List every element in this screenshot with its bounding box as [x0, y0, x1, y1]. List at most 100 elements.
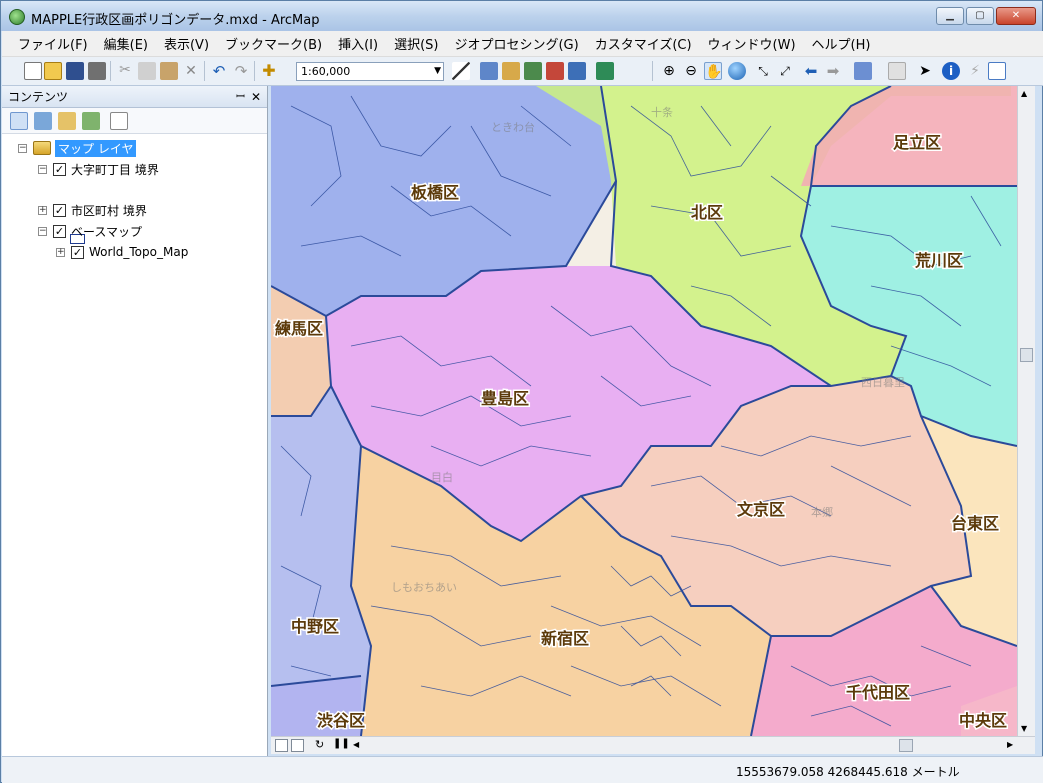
layer-visibility-checkbox[interactable]: ✓: [53, 162, 66, 176]
map-scale-dropdown[interactable]: 1:60,000 ▼: [296, 62, 444, 81]
save-icon[interactable]: [66, 62, 84, 80]
print-icon[interactable]: [88, 62, 106, 80]
pan-hand-icon[interactable]: ✋: [704, 62, 722, 80]
select-features-icon[interactable]: [854, 62, 872, 80]
scroll-up-arrow-icon[interactable]: ▲: [1021, 89, 1027, 98]
menu-insert[interactable]: 挿入(I): [330, 34, 386, 53]
horizontal-scroll-thumb[interactable]: [899, 739, 913, 752]
toc-close-icon[interactable]: ✕: [251, 86, 261, 108]
hyperlink-icon[interactable]: ⚡: [966, 62, 984, 80]
editor-toolbar-icon[interactable]: [452, 62, 470, 80]
ward-label-kita: 北区: [691, 203, 723, 222]
layer-visibility-checkbox[interactable]: ✓: [71, 245, 84, 259]
menu-view[interactable]: 表示(V): [156, 34, 217, 53]
collapse-icon[interactable]: −: [18, 143, 27, 153]
open-folder-icon[interactable]: [44, 62, 62, 80]
layout-view-icon[interactable]: [291, 739, 304, 752]
ward-label-bunkyo: 文京区: [737, 500, 785, 519]
layer-row[interactable]: + ✓ 市区町村 境界: [38, 201, 147, 219]
identify-icon[interactable]: i: [942, 62, 960, 80]
paste-icon[interactable]: [160, 62, 178, 80]
clear-selection-icon[interactable]: [888, 62, 906, 80]
layer-visibility-checkbox[interactable]: ✓: [53, 203, 66, 217]
list-by-visibility-icon[interactable]: [58, 112, 76, 130]
model-builder-icon[interactable]: [596, 62, 614, 80]
back-extent-icon[interactable]: ⬅: [802, 62, 820, 80]
copy-icon[interactable]: [138, 62, 156, 80]
add-data-icon[interactable]: ✚: [260, 62, 278, 80]
status-bar: 15553679.058 4268445.618 メートル: [2, 756, 1043, 783]
expand-icon[interactable]: +: [56, 247, 65, 257]
menu-edit[interactable]: 編集(E): [96, 34, 156, 53]
cut-icon[interactable]: ✂: [116, 62, 134, 80]
menu-windows[interactable]: ウィンドウ(W): [700, 34, 804, 53]
layer-row[interactable]: − ✓ 大字町丁目 境界: [38, 160, 159, 178]
list-by-selection-icon[interactable]: [82, 112, 100, 130]
layer-row[interactable]: + ✓ World_Topo_Map: [56, 243, 188, 261]
menu-geoprocessing[interactable]: ジオプロセシング(G): [446, 34, 586, 53]
map-canvas[interactable]: ときわ台 十条 目白 しもおちあい 本郷 西日暮里 板橋区 北区 足立区 荒川区…: [271, 86, 1017, 736]
data-view-icon[interactable]: [275, 739, 288, 752]
ward-label-chiyoda: 千代田区: [846, 683, 910, 702]
undo-icon[interactable]: ↶: [210, 62, 228, 80]
pause-drawing-icon[interactable]: ❚❚: [333, 738, 350, 749]
layer-name[interactable]: World_Topo_Map: [89, 245, 188, 259]
search-window-icon[interactable]: [524, 62, 542, 80]
maximize-button[interactable]: ▢: [966, 7, 994, 25]
fixed-zoom-out-icon[interactable]: ⤢: [776, 62, 794, 80]
select-elements-arrow-icon[interactable]: ➤: [916, 62, 934, 80]
list-by-source-icon[interactable]: [34, 112, 52, 130]
zoom-in-icon[interactable]: ⊕: [660, 62, 678, 80]
delete-icon[interactable]: ✕: [182, 62, 200, 80]
svg-text:西日暮里: 西日暮里: [861, 375, 905, 389]
new-document-icon[interactable]: [24, 62, 42, 80]
standard-toolbar: ✂ ✕ ↶ ↷ ✚ 1:60,000 ▼ ⊕ ⊖ ✋ ⤡ ⤢ ⬅ ➡ ➤ i ⚡: [2, 57, 1043, 86]
minimize-button[interactable]: ▁: [936, 7, 964, 25]
map-view[interactable]: ときわ台 十条 目白 しもおちあい 本郷 西日暮里 板橋区 北区 足立区 荒川区…: [271, 86, 1017, 736]
map-layers-row[interactable]: − マップ レイヤ: [18, 139, 137, 157]
zoom-out-icon[interactable]: ⊖: [682, 62, 700, 80]
collapse-icon[interactable]: −: [38, 164, 47, 174]
forward-extent-icon[interactable]: ➡: [824, 62, 842, 80]
map-layers-label[interactable]: マップ レイヤ: [55, 139, 137, 157]
layer-name[interactable]: 大字町丁目 境界: [71, 161, 159, 178]
pin-icon[interactable]: ꟷ: [236, 86, 245, 108]
vertical-scroll-thumb[interactable]: [1020, 348, 1033, 362]
menu-bookmarks[interactable]: ブックマーク(B): [217, 34, 330, 53]
ward-label-toshima: 豊島区: [481, 389, 529, 408]
layer-row[interactable]: − ✓ ベースマップ: [38, 222, 142, 240]
catalog-icon[interactable]: [502, 62, 520, 80]
layer-name[interactable]: 市区町村 境界: [71, 202, 147, 219]
redo-icon[interactable]: ↷: [232, 62, 250, 80]
table-of-contents-icon[interactable]: [480, 62, 498, 80]
full-extent-globe-icon[interactable]: [728, 62, 746, 80]
vertical-scrollbar[interactable]: ▲ ▼: [1017, 86, 1035, 736]
ward-label-shibuya: 渋谷区: [317, 711, 365, 730]
python-window-icon[interactable]: [568, 62, 586, 80]
arcmap-app-icon: [9, 9, 25, 25]
arcmap-window: MAPPLE行政区画ポリゴンデータ.mxd - ArcMap ▁ ▢ ✕ ファイ…: [0, 0, 1043, 783]
menu-selection[interactable]: 選択(S): [386, 34, 446, 53]
coord-x: 15553679.058: [736, 765, 824, 779]
menu-help[interactable]: ヘルプ(H): [804, 34, 879, 53]
layer-visibility-checkbox[interactable]: ✓: [53, 224, 66, 238]
scroll-right-arrow-icon[interactable]: ▶: [1007, 740, 1013, 749]
options-icon[interactable]: [110, 112, 128, 130]
close-button[interactable]: ✕: [996, 7, 1036, 25]
refresh-icon[interactable]: ↻: [315, 738, 324, 751]
toc-title: コンテンツ: [8, 90, 69, 104]
title-bar: MAPPLE行政区画ポリゴンデータ.mxd - ArcMap ▁ ▢ ✕: [1, 1, 1042, 31]
menu-customize[interactable]: カスタマイズ(C): [587, 34, 700, 53]
layer-name[interactable]: ベースマップ: [71, 223, 142, 240]
ward-label-nakano: 中野区: [291, 617, 339, 636]
arctoolbox-icon[interactable]: [546, 62, 564, 80]
expand-icon[interactable]: +: [38, 205, 47, 215]
svg-text:目白: 目白: [431, 470, 453, 484]
list-by-drawing-order-icon[interactable]: [10, 112, 28, 130]
collapse-icon[interactable]: −: [38, 226, 47, 236]
menu-file[interactable]: ファイル(F): [10, 34, 96, 53]
fixed-zoom-in-icon[interactable]: ⤡: [754, 62, 772, 80]
scroll-down-arrow-icon[interactable]: ▼: [1021, 724, 1027, 733]
scroll-left-arrow-icon[interactable]: ◀: [353, 740, 359, 749]
html-popup-icon[interactable]: [988, 62, 1006, 80]
